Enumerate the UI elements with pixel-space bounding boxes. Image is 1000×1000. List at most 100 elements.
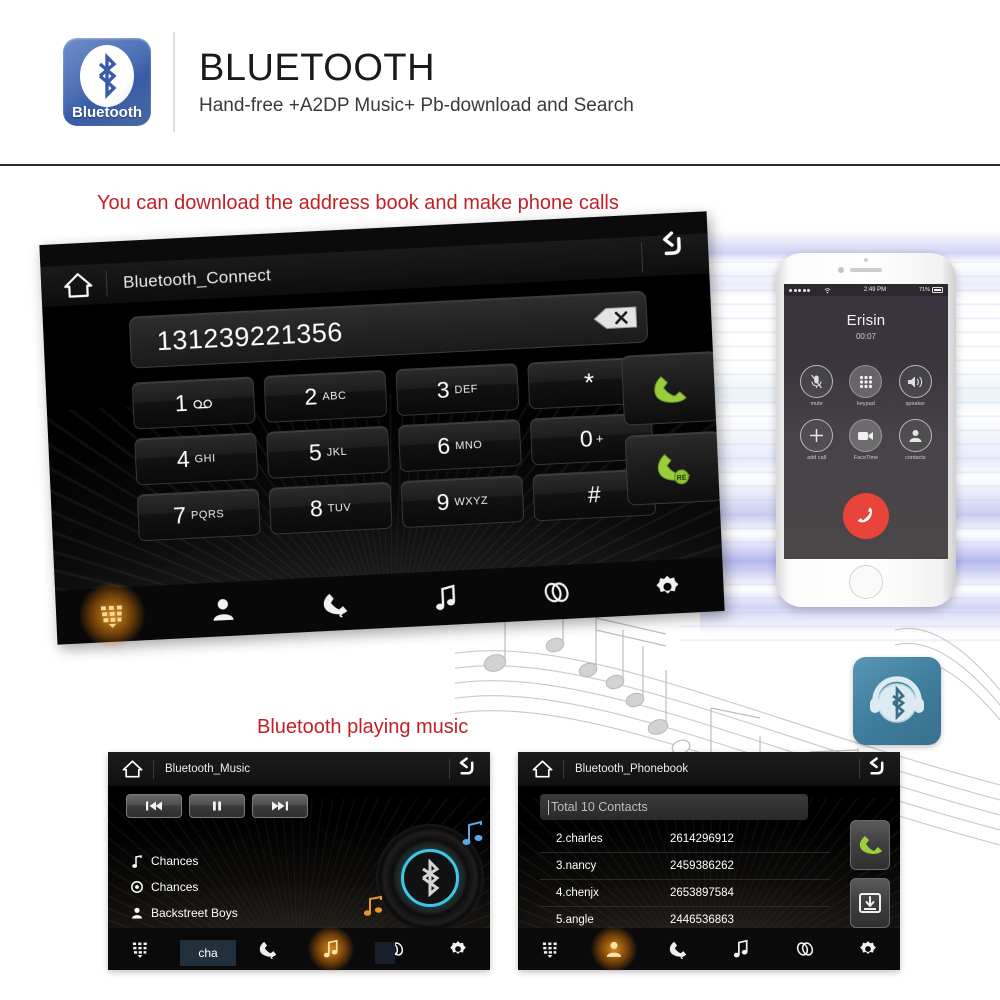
contact-name: 3.nancy bbox=[556, 860, 597, 872]
key-3[interactable]: 3 DEF bbox=[395, 363, 520, 417]
ios-clock: 2:49 PM bbox=[863, 287, 887, 293]
caption-address-book: You can download the address book and ma… bbox=[97, 192, 619, 214]
ios-button-mute[interactable]: mute bbox=[792, 365, 841, 407]
contact-name: 4.chenjx bbox=[556, 887, 599, 899]
contact-row[interactable]: 5.angle 2446536863 bbox=[540, 907, 830, 928]
music-screen-title: Bluetooth_Music bbox=[165, 763, 251, 775]
album-disc-icon bbox=[130, 881, 143, 894]
nav-music[interactable] bbox=[389, 568, 503, 628]
nav-settings[interactable] bbox=[836, 928, 900, 970]
ios-battery-area: 71% bbox=[919, 287, 943, 293]
keypad-icon bbox=[859, 375, 873, 388]
unit-content-area: 131239221356 1 2 ABC 3 DEF * 4 GHI 5 JKL… bbox=[42, 273, 723, 591]
nav-settings[interactable] bbox=[426, 928, 490, 970]
call-buttons-column: RE bbox=[620, 350, 723, 516]
contact-row[interactable]: 4.chenjx 2653897584 bbox=[540, 880, 830, 907]
backspace-icon[interactable] bbox=[592, 305, 639, 331]
dialed-number-field[interactable]: 131239221356 bbox=[128, 290, 649, 369]
head-unit-dialer-screen: Bluetooth_Connect 131239221356 1 2 ABC 3… bbox=[39, 211, 725, 645]
home-icon[interactable] bbox=[63, 270, 94, 299]
nav-contacts[interactable] bbox=[582, 926, 646, 972]
contacts-total-text: Total 10 Contacts bbox=[551, 800, 648, 814]
pause-button[interactable] bbox=[189, 794, 245, 818]
key-2[interactable]: 2 ABC bbox=[263, 369, 388, 423]
mute-circle bbox=[800, 365, 834, 398]
key-digit: 8 bbox=[309, 495, 324, 522]
back-divider bbox=[449, 759, 450, 779]
search-input[interactable]: Total 10 Contacts bbox=[540, 794, 808, 820]
contact-row[interactable]: 3.nancy 2459386262 bbox=[540, 853, 830, 880]
key-9[interactable]: 9 WXYZ bbox=[400, 474, 525, 529]
home-icon[interactable] bbox=[122, 759, 143, 779]
back-arrow-icon[interactable] bbox=[653, 224, 695, 266]
home-icon[interactable] bbox=[532, 759, 553, 779]
key-letters: JKL bbox=[326, 445, 348, 459]
nav-settings[interactable] bbox=[611, 557, 725, 617]
caller-name: Erisin bbox=[846, 312, 886, 329]
call-log-icon bbox=[259, 941, 277, 959]
ios-button-speaker[interactable]: speaker bbox=[891, 365, 940, 407]
key-5[interactable]: 5 JKL bbox=[266, 425, 391, 479]
speaker-circle bbox=[898, 365, 932, 398]
bluetooth-vinyl-icon bbox=[363, 820, 484, 928]
contact-row[interactable]: 2.charles 2614296912 bbox=[540, 826, 830, 853]
end-call-icon bbox=[857, 507, 873, 523]
contact-number: 2446536863 bbox=[670, 914, 734, 926]
key-7[interactable]: 7 PQRS bbox=[136, 488, 261, 542]
nav-keypad[interactable] bbox=[518, 928, 582, 970]
nav-call-log[interactable] bbox=[277, 574, 391, 634]
key-digit: 5 bbox=[308, 439, 323, 466]
bluetooth-icon bbox=[98, 53, 117, 99]
facetime-circle bbox=[849, 419, 883, 452]
front-camera bbox=[838, 267, 844, 273]
phonebook-download-button[interactable] bbox=[850, 878, 890, 928]
tooltip-secondary-block bbox=[375, 942, 395, 964]
ios-button-contacts[interactable]: contacts bbox=[891, 419, 940, 461]
contact-person-icon bbox=[606, 941, 621, 957]
phonebook-call-button[interactable] bbox=[850, 820, 890, 870]
track-title: Chances bbox=[151, 854, 199, 868]
phone-redial-icon: RE bbox=[657, 454, 691, 485]
track-title-row: Chances bbox=[130, 854, 198, 868]
back-arrow-icon[interactable] bbox=[454, 753, 482, 781]
nav-pair[interactable] bbox=[500, 563, 614, 623]
call-button[interactable] bbox=[620, 350, 721, 426]
track-album-row: Chances bbox=[130, 880, 198, 894]
ios-button-add-call[interactable]: add call bbox=[792, 419, 841, 461]
key-digit: 1 bbox=[174, 389, 189, 417]
key-4[interactable]: 4 GHI bbox=[134, 432, 259, 486]
nav-call-log[interactable] bbox=[645, 928, 709, 970]
keypad-icon bbox=[100, 605, 122, 628]
key-8[interactable]: 8 TUV bbox=[268, 481, 393, 535]
keypad-icon bbox=[542, 942, 557, 958]
nav-keypad[interactable] bbox=[108, 928, 172, 970]
redial-button[interactable]: RE bbox=[624, 430, 723, 506]
previous-button[interactable] bbox=[126, 794, 182, 818]
end-call-button[interactable] bbox=[843, 493, 889, 539]
ios-button-facetime[interactable]: FaceTime bbox=[841, 419, 890, 461]
button-label: add call bbox=[807, 455, 827, 461]
nav-music[interactable] bbox=[709, 928, 773, 970]
link-chain-icon bbox=[796, 942, 813, 956]
nav-call-log[interactable] bbox=[235, 928, 299, 970]
nav-keypad[interactable] bbox=[55, 585, 169, 645]
back-arrow-icon[interactable] bbox=[864, 753, 892, 781]
home-button[interactable] bbox=[849, 565, 883, 599]
keypad-icon bbox=[132, 942, 147, 958]
button-label: keypad bbox=[857, 401, 875, 407]
phone-call-icon bbox=[859, 836, 882, 854]
nav-music[interactable] bbox=[299, 926, 363, 972]
track-artist-row: Backstreet Boys bbox=[130, 906, 238, 920]
key-digit: 6 bbox=[436, 432, 451, 460]
page-title: BLUETOOTH bbox=[199, 47, 436, 90]
bluetooth-music-panel: Bluetooth_Music Chances Chances Backstre… bbox=[108, 752, 490, 972]
title-divider bbox=[563, 759, 564, 779]
key-6[interactable]: 6 MNO bbox=[397, 419, 522, 473]
nav-pair[interactable] bbox=[773, 928, 837, 970]
nav-contacts[interactable] bbox=[166, 579, 280, 639]
ios-button-keypad[interactable]: keypad bbox=[841, 365, 890, 407]
key-1[interactable]: 1 bbox=[131, 376, 256, 430]
next-button[interactable] bbox=[252, 794, 308, 818]
keypad-circle bbox=[849, 365, 883, 398]
music-note-icon bbox=[435, 584, 455, 611]
